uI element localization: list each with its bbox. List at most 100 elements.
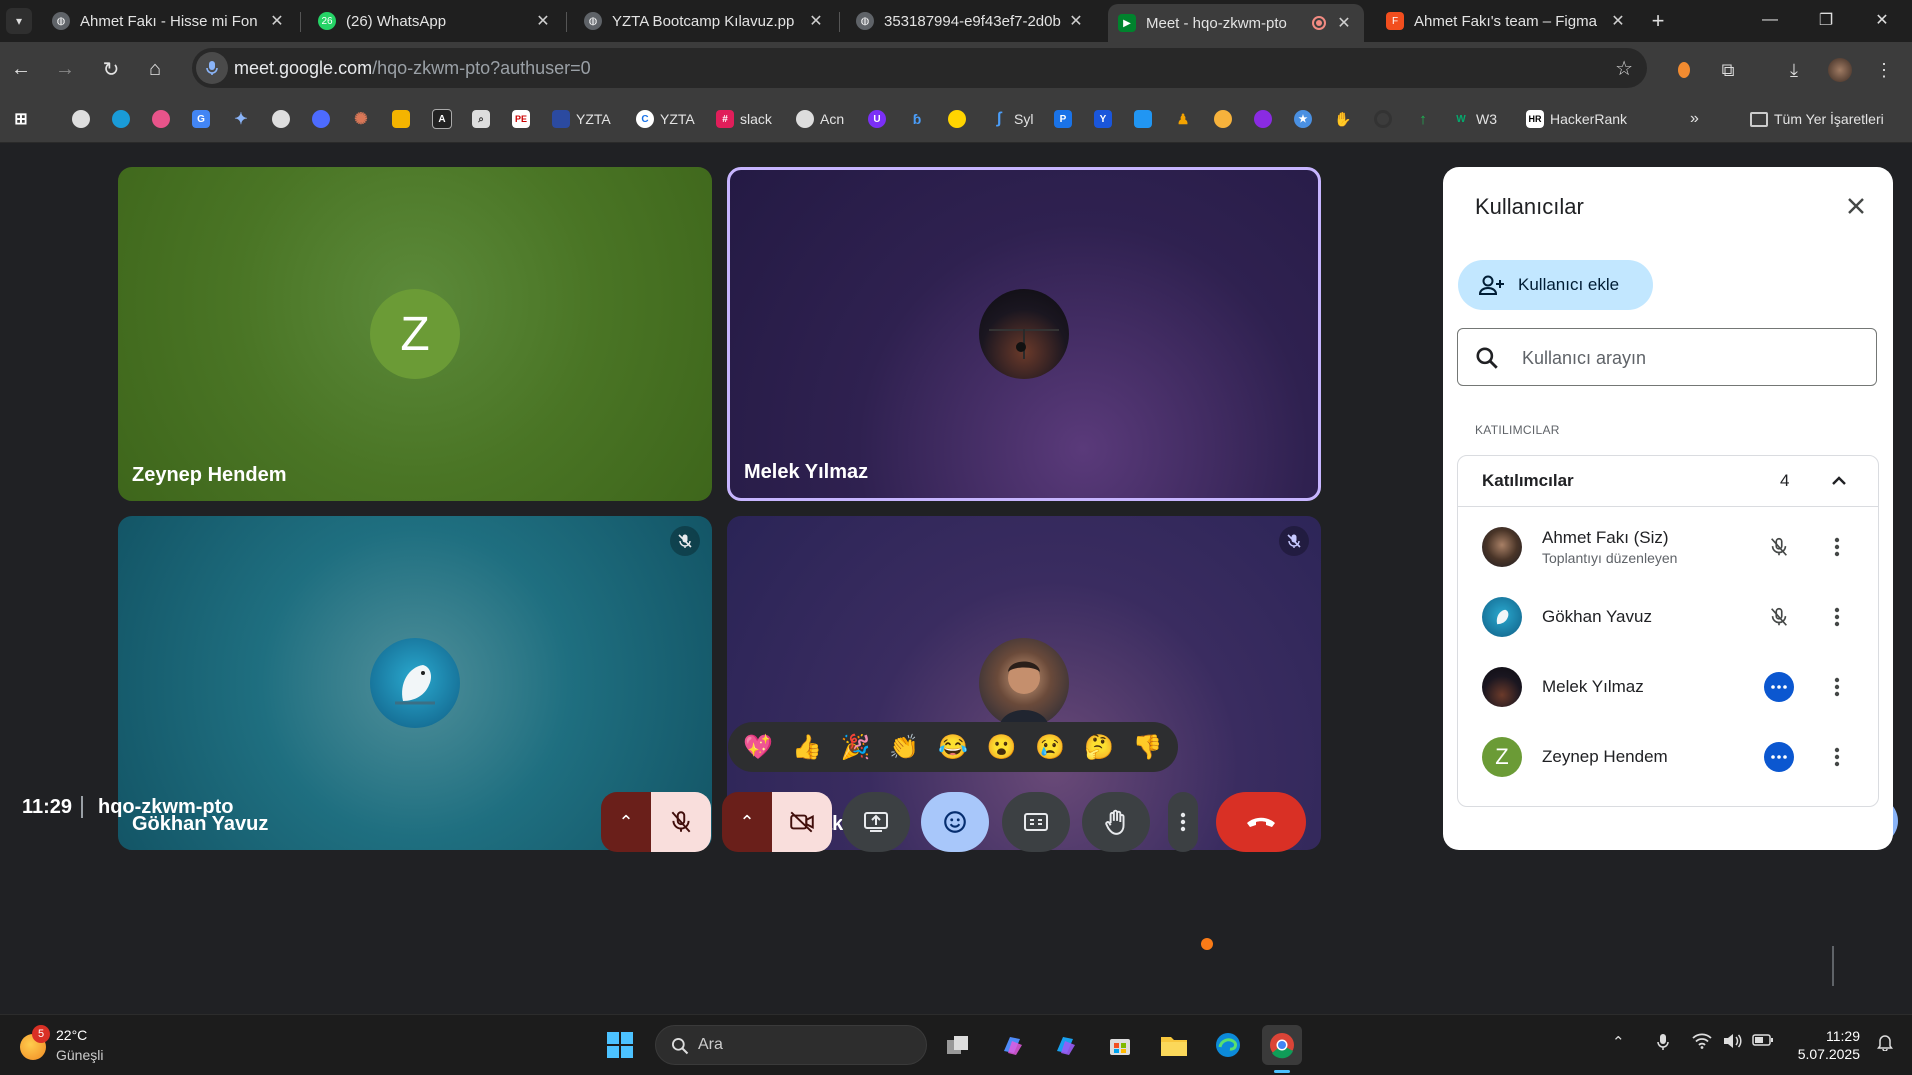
chrome-icon[interactable]: [1262, 1025, 1302, 1065]
copilot-icon[interactable]: [992, 1025, 1032, 1065]
raise-hand-button[interactable]: [1082, 792, 1150, 852]
bookmark-icon-circle[interactable]: [112, 108, 136, 130]
more-vert-icon[interactable]: [1824, 532, 1850, 562]
close-icon[interactable]: ✕: [1334, 13, 1354, 33]
tab-yzta-kilavuz[interactable]: ◍ YZTA Bootcamp Kılavuz.pp ✕: [574, 4, 836, 38]
reaction-thumbs-up[interactable]: 👍: [785, 727, 829, 767]
battery-icon[interactable]: [1752, 1033, 1774, 1051]
bookmark-slack[interactable]: # slack: [716, 108, 772, 130]
close-icon[interactable]: ✕: [267, 11, 287, 31]
chevron-up-icon[interactable]: [1826, 468, 1852, 494]
bookmark-acn[interactable]: Acn: [796, 108, 844, 130]
weather-widget[interactable]: 5 22°C Güneşli: [18, 1025, 158, 1067]
camera-toggle-button[interactable]: [772, 792, 832, 852]
bookmark-icon-star[interactable]: ★: [1294, 108, 1318, 130]
notification-bell-icon[interactable]: [1876, 1033, 1894, 1055]
participant-row[interactable]: Gökhan Yavuz: [1458, 581, 1878, 651]
reaction-clap[interactable]: 👏: [882, 727, 926, 767]
microphone-icon[interactable]: [1656, 1033, 1670, 1055]
tab-image-file[interactable]: ◍ 353187994-e9f43ef7-2d0b ✕: [846, 4, 1096, 38]
start-button[interactable]: [600, 1025, 640, 1065]
bookmark-icon-a[interactable]: A: [432, 108, 458, 130]
reaction-sad[interactable]: 😢: [1028, 727, 1072, 767]
maximize-button[interactable]: ❐: [1796, 0, 1856, 40]
more-options-button[interactable]: [1168, 792, 1198, 852]
bookmark-icon-layers[interactable]: [392, 108, 416, 130]
reaction-thinking[interactable]: 🤔: [1077, 727, 1121, 767]
bookmark-hackerrank[interactable]: HR HackerRank: [1526, 108, 1627, 130]
bookmark-icon-claude[interactable]: ✺: [352, 108, 376, 130]
tab-ahmet-hisse[interactable]: ◍ Ahmet Fakı - Hisse mi Fon ✕: [42, 4, 297, 38]
bookmark-w3[interactable]: W W3: [1452, 108, 1497, 130]
bookmark-icon-hand[interactable]: ✋: [1334, 108, 1358, 130]
close-icon[interactable]: ✕: [533, 11, 553, 31]
people-search-input[interactable]: [1520, 341, 1864, 375]
home-button[interactable]: ⌂: [140, 54, 170, 84]
tab-search-button[interactable]: ▾: [6, 8, 32, 34]
mic-icon[interactable]: [196, 52, 228, 84]
participant-row[interactable]: Ahmet Fakı (Siz) Toplantıyı düzenleyen: [1458, 511, 1878, 581]
reaction-laugh[interactable]: 😂: [931, 727, 975, 767]
close-icon[interactable]: ✕: [806, 11, 826, 31]
m365-copilot-icon[interactable]: [1046, 1025, 1086, 1065]
bookmark-icon-u[interactable]: U: [868, 108, 892, 130]
tab-whatsapp[interactable]: 26 (26) WhatsApp ✕: [308, 4, 563, 38]
puzzle-icon[interactable]: ⧉: [1714, 56, 1742, 84]
bookmark-icon-yellow[interactable]: [948, 108, 972, 130]
add-people-button[interactable]: Kullanıcı ekle: [1458, 260, 1653, 310]
more-vert-icon[interactable]: [1824, 672, 1850, 702]
taskbar-search[interactable]: Ara: [655, 1025, 927, 1065]
file-explorer-icon[interactable]: [1154, 1025, 1194, 1065]
bookmark-icon-ring[interactable]: [1374, 108, 1398, 130]
new-tab-button[interactable]: +: [1645, 8, 1671, 34]
store-icon[interactable]: [1100, 1025, 1140, 1065]
bookmark-icon-openai[interactable]: [272, 108, 296, 130]
bookmark-yzta[interactable]: YZTA: [552, 108, 611, 130]
browser-menu-icon[interactable]: ⋮: [1870, 56, 1898, 84]
tab-figma[interactable]: F Ahmet Fakı's team – Figma ✕: [1376, 4, 1638, 38]
participants-group-header[interactable]: Katılımcılar 4: [1458, 456, 1878, 507]
close-icon[interactable]: ✕: [1066, 11, 1086, 31]
bookmark-icon-purple[interactable]: [1254, 108, 1278, 130]
bookmark-icon-deepseek[interactable]: [312, 108, 336, 130]
minimize-button[interactable]: —: [1740, 0, 1800, 40]
apps-grid-icon[interactable]: ⊞: [12, 108, 36, 130]
bookmark-icon-rocket[interactable]: ♟: [1174, 108, 1198, 130]
mic-toggle-button[interactable]: [651, 792, 711, 852]
bookmark-icon-planet[interactable]: [152, 108, 176, 130]
close-window-button[interactable]: ✕: [1852, 0, 1912, 40]
task-view-icon[interactable]: [938, 1025, 978, 1065]
participant-row[interactable]: Z Zeynep Hendem: [1458, 721, 1878, 791]
emoji-reactions-button[interactable]: [921, 792, 989, 852]
bookmark-star-icon[interactable]: ☆: [1615, 56, 1633, 81]
mic-options-chevron-icon[interactable]: ⌃: [601, 792, 651, 852]
present-screen-button[interactable]: [842, 792, 910, 852]
camera-options-chevron-icon[interactable]: ⌃: [722, 792, 772, 852]
bookmark-icon-search[interactable]: ⌕: [472, 108, 496, 130]
reaction-party[interactable]: 🎉: [834, 727, 878, 767]
volume-icon[interactable]: [1722, 1033, 1742, 1053]
close-icon[interactable]: ✕: [1608, 11, 1628, 31]
system-clock[interactable]: 11:29 5.07.2025: [1790, 1027, 1860, 1063]
extension-icon[interactable]: [1670, 56, 1698, 84]
more-vert-icon[interactable]: [1824, 602, 1850, 632]
video-tile-zeynep[interactable]: Z Zeynep Hendem: [118, 167, 712, 501]
bookmark-icon-pe[interactable]: PE: [512, 108, 536, 130]
leave-call-button[interactable]: [1216, 792, 1306, 852]
chevron-up-icon[interactable]: ⌃: [1612, 1033, 1625, 1051]
wifi-icon[interactable]: [1692, 1033, 1712, 1053]
reload-button[interactable]: ↻: [96, 54, 126, 84]
address-bar[interactable]: meet.google.com/hqo-zkwm-pto?authuser=0 …: [192, 48, 1647, 88]
reaction-thumbs-down[interactable]: 👎: [1126, 727, 1170, 767]
all-bookmarks-folder[interactable]: Tüm Yer İşaretleri: [1750, 108, 1884, 130]
download-icon[interactable]: ⤓: [1780, 56, 1808, 84]
edge-icon[interactable]: [1208, 1025, 1248, 1065]
captions-button[interactable]: [1002, 792, 1070, 852]
bookmark-icon-stack[interactable]: [1134, 108, 1158, 130]
forward-button[interactable]: →: [50, 54, 80, 84]
video-tile-melek[interactable]: Melek Yılmaz: [727, 167, 1321, 501]
bookmark-syl[interactable]: ʃ Syl: [990, 108, 1033, 130]
bookmark-icon-p[interactable]: P: [1054, 108, 1078, 130]
bookmark-icon-orange[interactable]: [1214, 108, 1238, 130]
bookmark-icon-gemini[interactable]: ✦: [232, 108, 256, 130]
